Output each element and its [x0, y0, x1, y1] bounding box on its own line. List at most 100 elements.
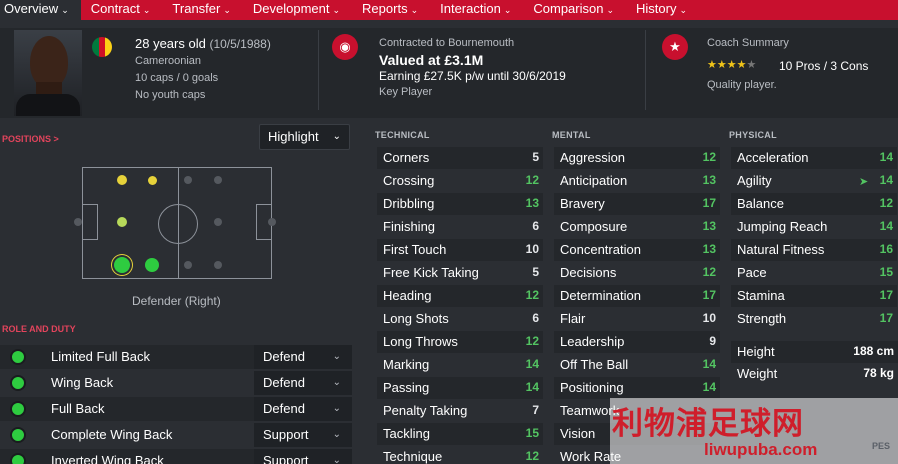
chevron-down-icon: ⌄	[332, 429, 341, 440]
chevron-down-icon: ⌄	[503, 5, 512, 15]
attribute-name: Acceleration	[737, 150, 809, 165]
tab-interaction[interactable]: Interaction ⌄	[436, 0, 523, 20]
attribute-value: 9	[709, 334, 716, 348]
duty-select[interactable]: Defend ⌄	[254, 371, 352, 395]
role-icon	[10, 453, 26, 464]
position-dot	[268, 218, 276, 226]
position-dot	[145, 258, 159, 272]
position-dot	[214, 261, 222, 269]
attribute-value: 17	[879, 311, 893, 325]
attribute-name: Finishing	[383, 219, 436, 234]
chevron-down-icon: ⌄	[332, 403, 341, 414]
role-row[interactable]: Limited Full Back Defend ⌄	[0, 345, 352, 369]
attribute-name: Flair	[560, 311, 586, 326]
attribute-value: 10	[525, 242, 539, 256]
attribute-name: Long Shots	[383, 311, 449, 326]
role-icon	[10, 427, 26, 443]
attribute-name: Off The Ball	[560, 357, 629, 372]
star-icon: ★	[662, 34, 688, 60]
attribute-row: Corners 5	[377, 147, 543, 169]
pes-logo: PES	[872, 441, 891, 451]
attribute-name: Strength	[737, 311, 787, 326]
attribute-name: Crossing	[383, 173, 435, 188]
attribute-value: 15	[525, 426, 539, 440]
chevron-down-icon: ⌄	[61, 5, 69, 15]
positions-header[interactable]: POSITIONS >	[2, 134, 59, 144]
tab-contract[interactable]: Contract ⌄	[87, 0, 163, 20]
role-name: Full Back	[51, 401, 105, 416]
attribute-name: Stamina	[737, 288, 785, 303]
tab-development[interactable]: Development ⌄	[249, 0, 352, 20]
attribute-value: 7	[532, 403, 539, 417]
contract-status: Key Player	[379, 86, 433, 98]
attribute-name: Long Throws	[383, 334, 458, 349]
attribute-row: Determination 17	[554, 285, 720, 307]
role-row[interactable]: Complete Wing Back Support ⌄	[0, 423, 352, 447]
chevron-down-icon: ⌄	[332, 455, 341, 464]
tab-comparison[interactable]: Comparison ⌄	[529, 0, 626, 20]
duty-select[interactable]: Defend ⌄	[254, 397, 352, 421]
attribute-name: Jumping Reach	[737, 219, 828, 234]
attribute-row: Finishing 6	[377, 216, 543, 238]
attribute-value: 12	[879, 196, 893, 210]
position-dot	[184, 261, 192, 269]
attribute-value: 12	[702, 265, 716, 279]
attribute-row: Composure 13	[554, 216, 720, 238]
tab-overview[interactable]: Overview ⌄	[0, 0, 81, 20]
attribute-name: Penalty Taking	[383, 403, 468, 418]
view-select[interactable]: Highlight ⌄	[259, 124, 350, 150]
attribute-value: 14	[879, 150, 893, 164]
attribute-value: 12	[525, 449, 539, 463]
role-row[interactable]: Inverted Wing Back Support ⌄	[0, 449, 352, 464]
attribute-row: Pace 15	[731, 262, 897, 284]
tab-reports[interactable]: Reports ⌄	[358, 0, 430, 20]
attribute-row: Stamina 17	[731, 285, 897, 307]
attribute-row: Off The Ball 14	[554, 354, 720, 376]
attribute-value: 17	[702, 196, 716, 210]
attribute-name: Balance	[737, 196, 784, 211]
tab-transfer[interactable]: Transfer ⌄	[168, 0, 242, 20]
attribute-name: Dribbling	[383, 196, 435, 211]
attribute-row: Decisions 12	[554, 262, 720, 284]
role-row[interactable]: Wing Back Defend ⌄	[0, 371, 352, 395]
attribute-row: Long Shots 6	[377, 308, 543, 330]
tab-history[interactable]: History ⌄	[632, 0, 699, 20]
attribute-name: Corners	[383, 150, 430, 165]
attribute-value: 5	[532, 265, 539, 279]
attribute-value: 10	[702, 311, 716, 325]
attribute-value: 6	[532, 311, 539, 325]
attribute-row: Balance 12	[731, 193, 897, 215]
position-dot	[147, 175, 157, 185]
attribute-row: Positioning 14	[554, 377, 720, 399]
contract-label: Contracted to Bournemouth	[379, 37, 515, 49]
role-icon	[10, 349, 26, 365]
attribute-name: Passing	[383, 380, 430, 395]
duty-select[interactable]: Support ⌄	[254, 449, 352, 464]
player-caps: 10 caps / 0 goals	[135, 72, 219, 84]
contract-icon: ◉	[332, 34, 358, 60]
attribute-name: Free Kick Taking	[383, 265, 479, 280]
attribute-row: Jumping Reach 14	[731, 216, 897, 238]
position-dot	[114, 257, 130, 273]
chevron-down-icon: ⌄	[606, 5, 615, 15]
role-name: Wing Back	[51, 375, 114, 390]
attribute-value: 12	[702, 150, 716, 164]
duty-select[interactable]: Defend ⌄	[254, 345, 352, 369]
attribute-name: Heading	[383, 288, 432, 303]
attribute-row: Marking 14	[377, 354, 543, 376]
duty-select[interactable]: Support ⌄	[254, 423, 352, 447]
attribute-row: Concentration 13	[554, 239, 720, 261]
attribute-value: 5	[532, 150, 539, 164]
attribute-name: Leadership	[560, 334, 625, 349]
attribute-name: Positioning	[560, 380, 624, 395]
attribute-value: 16	[879, 242, 893, 256]
role-row[interactable]: Full Back Defend ⌄	[0, 397, 352, 421]
player-dob: (10/5/1988)	[209, 37, 271, 51]
height-row: Height 188 cm	[731, 341, 898, 363]
attribute-name: Tackling	[383, 426, 430, 441]
attribute-value: 14	[702, 380, 716, 394]
weight-row: Weight 78 kg	[737, 366, 894, 381]
attribute-name: Technique	[383, 449, 443, 464]
contract-value: Valued at £3.1M	[379, 52, 484, 68]
chevron-down-icon: ⌄	[332, 131, 341, 142]
